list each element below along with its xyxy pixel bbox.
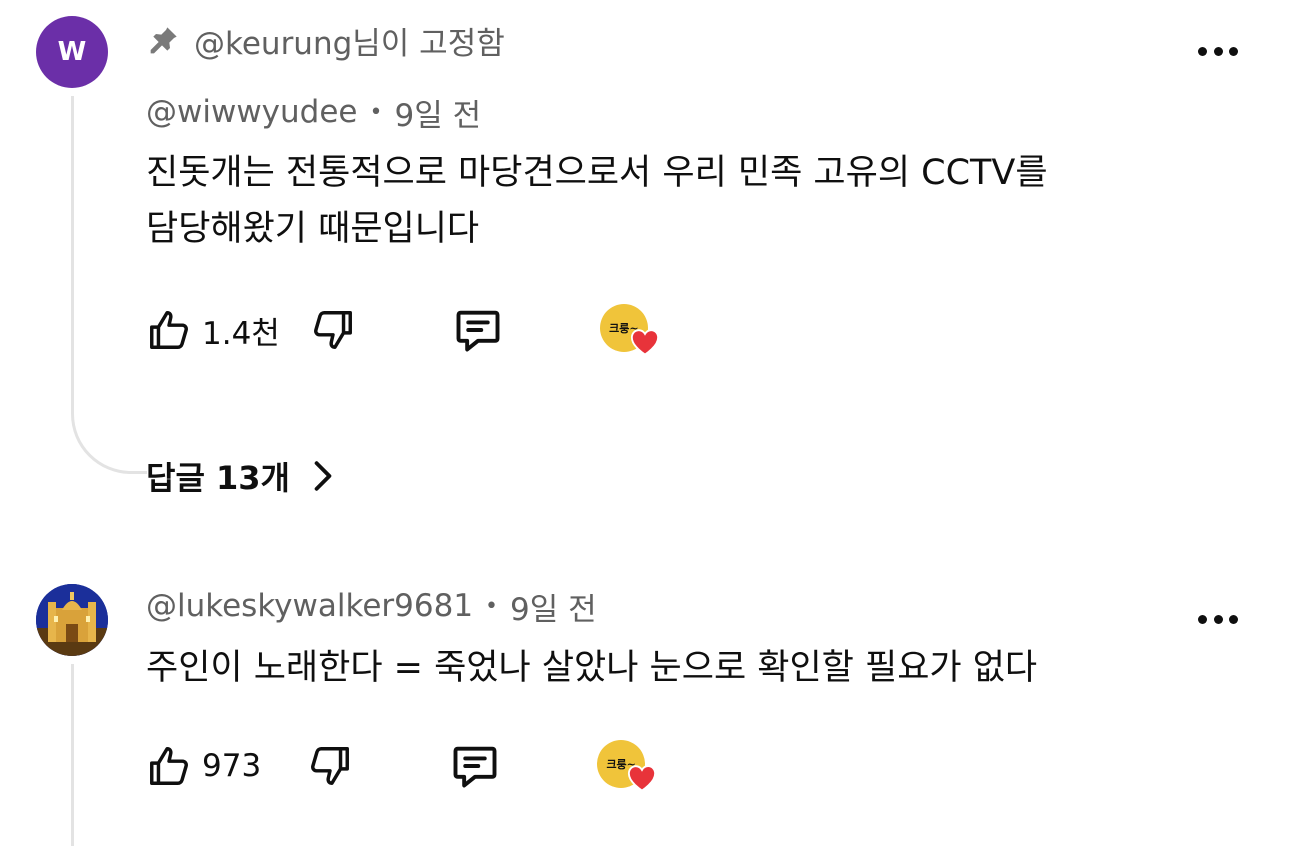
comment-time[interactable]: 9일 전 <box>394 90 481 135</box>
author-name[interactable]: @wiwwyudee <box>146 94 358 130</box>
chevron-right-icon <box>314 461 332 491</box>
comment-icon[interactable] <box>452 304 504 356</box>
separator-dot: • <box>485 593 499 619</box>
pinned-label: @keurung님이 고정함 <box>194 25 505 62</box>
like-count: 1.4천 <box>202 315 280 352</box>
comment-text: 진돗개는 전통적으로 마당견으로서 우리 민족 고유의 CCTV를 담당해왔기 … <box>146 145 1196 257</box>
creator-heart-badge: 크룽~ <box>597 736 661 796</box>
replies-toggle[interactable]: 답글 13개 <box>146 452 334 500</box>
replies-label: 답글 13개 <box>146 459 290 497</box>
thumbs-up-icon[interactable] <box>146 743 192 789</box>
comment-text-line: 주인이 노래한다 = 죽었나 살았나 눈으로 확인할 필요가 없다 <box>146 648 1038 688</box>
separator-dot: • <box>369 99 383 125</box>
pinned-indicator: @keurung님이 고정함 <box>148 18 505 62</box>
comment-actions: 1.4천 크룽~ <box>146 300 664 360</box>
comment-text: 주인이 노래한다 = 죽었나 살았나 눈으로 확인할 필요가 없다 <box>146 640 1196 696</box>
heart-icon <box>630 329 659 356</box>
thread-line <box>71 664 74 846</box>
comment-text-line: 진돗개는 전통적으로 마당견으로서 우리 민족 고유의 CCTV를 <box>146 153 1048 193</box>
avatar-letter: W <box>57 37 87 67</box>
creator-heart-badge: 크룽~ <box>599 300 664 360</box>
thread-line <box>71 96 74 404</box>
avatar[interactable]: W <box>36 16 108 88</box>
author-name[interactable]: @lukeskywalker9681 <box>146 588 473 624</box>
comment-icon[interactable] <box>449 740 501 792</box>
pin-icon <box>150 27 177 54</box>
like-count: 973 <box>202 748 262 784</box>
avatar[interactable] <box>36 584 108 656</box>
thread-connector <box>71 402 147 474</box>
thumbs-up-icon[interactable] <box>146 307 192 353</box>
more-vertical-icon[interactable] <box>1198 41 1238 61</box>
thumbs-down-icon[interactable] <box>307 743 353 789</box>
heart-icon <box>628 765 657 792</box>
comment-actions: 973 크룽~ <box>146 736 661 796</box>
more-vertical-icon[interactable] <box>1198 609 1238 629</box>
comment-meta: @wiwwyudee • 9일 전 <box>146 90 481 134</box>
comment-meta: @lukeskywalker9681 • 9일 전 <box>146 584 597 628</box>
comment-time[interactable]: 9일 전 <box>510 584 597 629</box>
comment-text-line: 담당해왔기 때문입니다 <box>146 209 480 249</box>
avatar-image <box>36 584 108 656</box>
thumbs-down-icon[interactable] <box>310 307 356 353</box>
